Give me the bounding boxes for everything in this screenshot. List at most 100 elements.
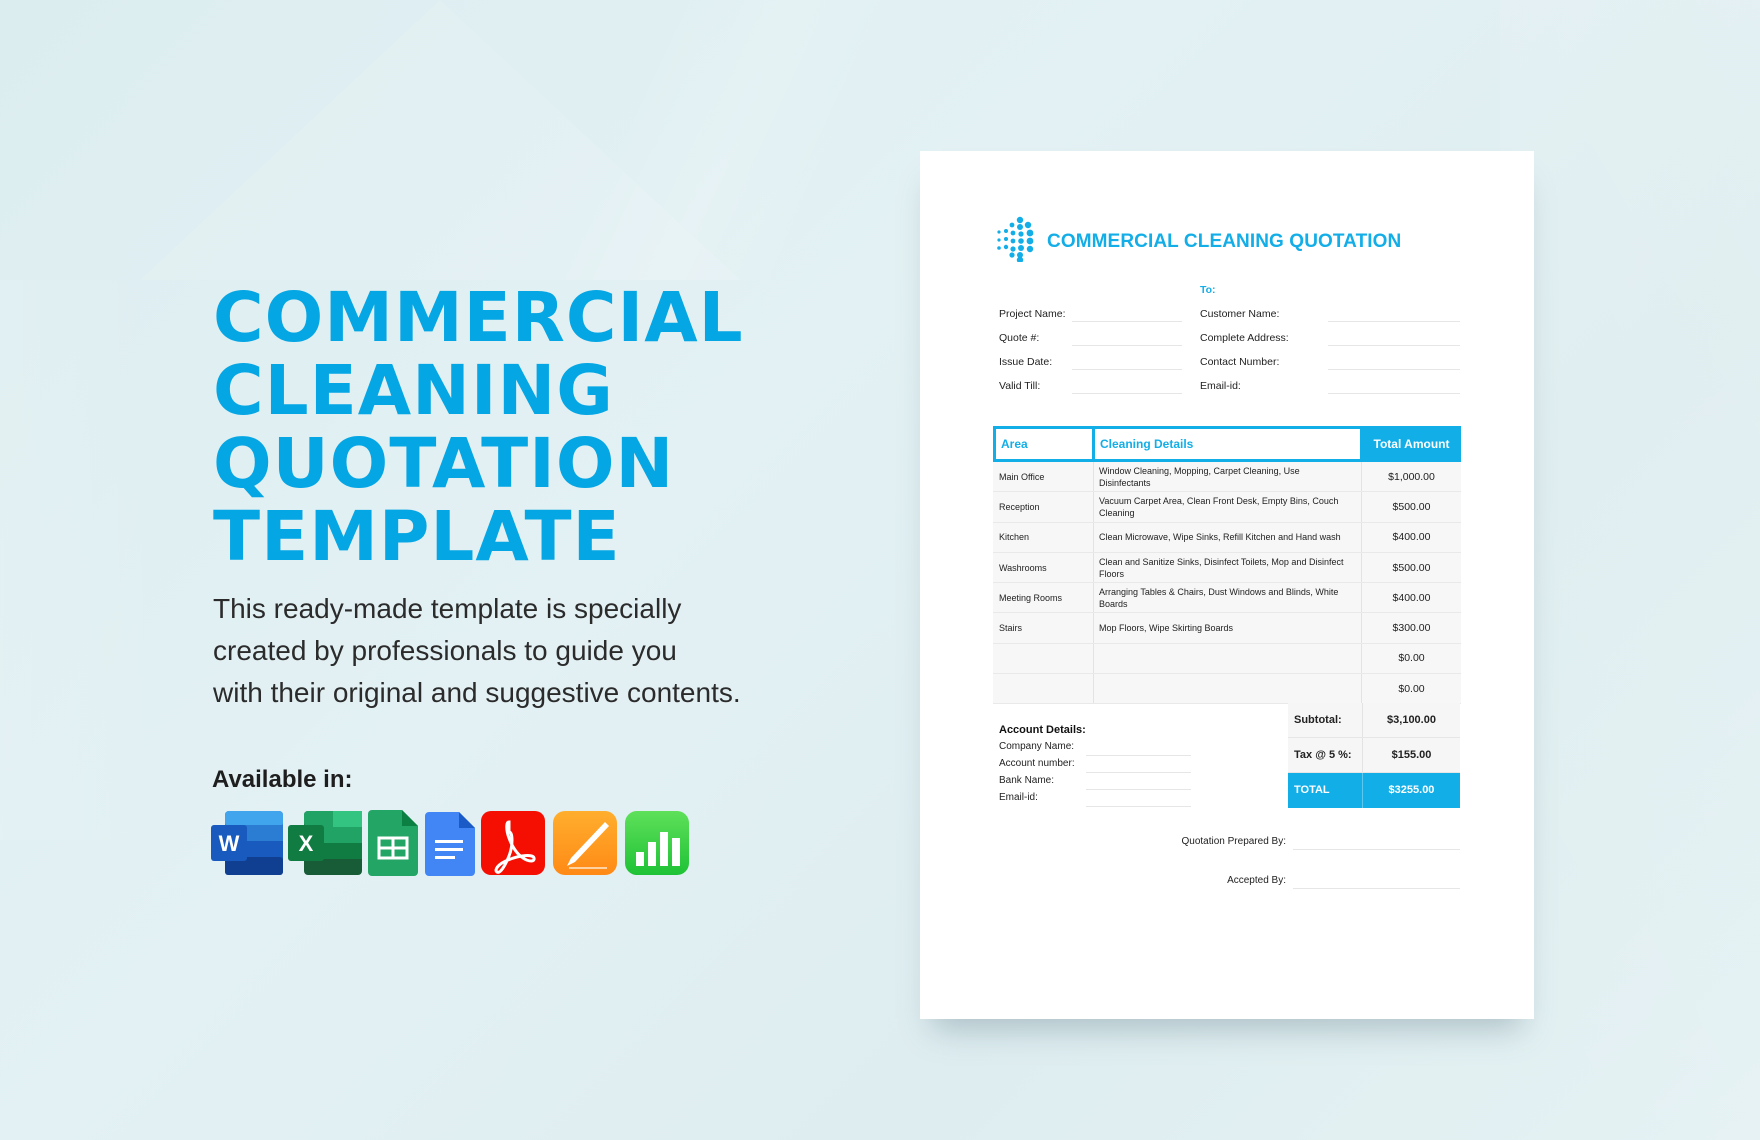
background-shape	[440, 0, 900, 280]
google-sheets-icon[interactable]	[368, 810, 418, 876]
background-shape	[140, 0, 740, 280]
to-label: To:	[1200, 284, 1216, 296]
cleaning-details-cell: Window Cleaning, Mopping, Carpet Cleanin…	[1094, 462, 1362, 492]
issue-date-label: Issue Date:	[999, 356, 1053, 368]
cleaning-details-cell: Arranging Tables & Chairs, Dust Windows …	[1094, 583, 1362, 613]
project-name-label: Project Name:	[999, 308, 1066, 320]
amount-cell: $500.00	[1392, 561, 1431, 574]
document-heading: COMMERCIAL CLEANING QUOTATION	[1047, 231, 1402, 252]
cleaning-details-cell: Clean and Sanitize Sinks, Disinfect Toil…	[1094, 552, 1362, 583]
hero-title-line: QUOTATION	[213, 424, 675, 504]
available-in-label: Available in:	[212, 766, 353, 793]
quote-number-label: Quote #:	[999, 332, 1040, 344]
cleaning-details-cell: Clean Microwave, Wipe Sinks, Refill Kitc…	[1094, 522, 1362, 552]
hero-description-line: created by professionals to guide you	[213, 635, 677, 666]
area-cell: Stairs	[993, 613, 1094, 643]
total-row: TOTAL $3255.00	[1288, 773, 1460, 808]
tax-row: Tax @ 5 %: $155.00	[1288, 738, 1460, 773]
total-value: $3255.00	[1362, 773, 1460, 808]
hero-description-line: with their original and suggestive conte…	[213, 677, 741, 708]
accepted-by-label: Accepted By:	[1227, 875, 1286, 886]
cleaning-details-cell: Mop Floors, Wipe Skirting Boards	[1094, 613, 1362, 643]
table-row: Reception Vacuum Carpet Area, Clean Front…	[993, 492, 1461, 523]
company-name-field[interactable]	[1086, 755, 1191, 756]
totals-box: Subtotal: $3,100.00 Tax @ 5 %: $155.00 T…	[1288, 703, 1460, 808]
document-preview: COMMERCIAL CLEANING QUOTATION To: Projec…	[920, 151, 1534, 1019]
email-id-label: Email-id:	[1200, 380, 1241, 392]
area-cell	[993, 674, 1094, 704]
background-shape	[1500, 0, 1760, 1140]
quote-number-field[interactable]	[1072, 345, 1182, 346]
contact-number-label: Contact Number:	[1200, 356, 1280, 368]
svg-text:X: X	[299, 831, 314, 856]
project-name-field[interactable]	[1072, 321, 1182, 322]
tax-label: Tax @ 5 %:	[1294, 749, 1352, 761]
table-row: Meeting Rooms Arranging Tables & Chairs, …	[993, 583, 1461, 614]
hero-description: This ready-made template is specially cr…	[213, 588, 773, 714]
table-row: Kitchen Clean Microwave, Wipe Sinks, Refi…	[993, 522, 1461, 553]
background-shape	[0, 280, 170, 840]
customer-name-field[interactable]	[1328, 321, 1460, 322]
cleaning-details-cell	[1094, 674, 1362, 704]
excel-icon[interactable]: X	[288, 810, 362, 876]
table-row: Main Office Window Cleaning, Mopping, Ca…	[993, 462, 1461, 493]
word-icon[interactable]: W	[211, 810, 283, 876]
hero-title-line: CLEANING	[213, 351, 614, 431]
accepted-by-field[interactable]	[1293, 888, 1460, 889]
cleaning-details-cell	[1094, 643, 1362, 674]
apple-pages-icon[interactable]	[553, 810, 617, 876]
account-number-field[interactable]	[1086, 772, 1191, 773]
amount-cell: $300.00	[1392, 622, 1431, 635]
logo-icon	[997, 216, 1034, 262]
google-docs-icon[interactable]	[425, 810, 475, 876]
column-header-area: Area	[996, 429, 1092, 459]
apple-numbers-icon[interactable]	[625, 810, 689, 876]
complete-address-field[interactable]	[1328, 345, 1460, 346]
amount-cell: $0.00	[1398, 682, 1425, 695]
quotation-table: Area Cleaning Details Total Amount Main …	[993, 426, 1461, 705]
amount-cell: $500.00	[1392, 500, 1431, 513]
hero-title-line: COMMERCIAL	[213, 278, 744, 358]
total-label: TOTAL	[1294, 784, 1330, 796]
issue-date-field[interactable]	[1072, 369, 1182, 370]
bank-name-label: Bank Name:	[999, 775, 1055, 786]
account-email-field[interactable]	[1086, 806, 1191, 807]
prepared-by-field[interactable]	[1293, 849, 1460, 850]
amount-cell: $400.00	[1392, 531, 1431, 544]
email-id-field[interactable]	[1328, 393, 1460, 394]
contact-number-field[interactable]	[1328, 369, 1460, 370]
subtotal-row: Subtotal: $3,100.00	[1288, 703, 1460, 738]
hero-title-line: TEMPLATE	[213, 497, 621, 577]
cleaning-details-cell: Vacuum Carpet Area, Clean Front Desk, Em…	[1094, 492, 1362, 522]
table-row: $0.00	[993, 674, 1461, 705]
column-header-cleaning-details: Cleaning Details	[1095, 429, 1360, 459]
adobe-pdf-icon[interactable]	[481, 810, 545, 876]
table-body: Main Office Window Cleaning, Mopping, Ca…	[993, 462, 1461, 705]
column-header-total-amount: Total Amount	[1373, 437, 1450, 451]
area-cell: Meeting Rooms	[993, 583, 1094, 613]
svg-text:W: W	[219, 831, 240, 856]
area-cell: Washrooms	[993, 552, 1094, 583]
area-cell	[993, 643, 1094, 674]
amount-cell: $0.00	[1398, 652, 1425, 665]
table-row: Stairs Mop Floors, Wipe Skirting Boards $3…	[993, 613, 1461, 644]
company-name-label: Company Name:	[999, 741, 1075, 752]
subtotal-value: $3,100.00	[1362, 703, 1460, 737]
subtotal-label: Subtotal:	[1294, 714, 1342, 726]
customer-name-label: Customer Name:	[1200, 308, 1280, 320]
table-row: Washrooms Clean and Sanitize Sinks, Disin…	[993, 552, 1461, 584]
table-row: $0.00	[993, 643, 1461, 675]
area-cell: Main Office	[993, 462, 1094, 492]
amount-cell: $1,000.00	[1388, 470, 1435, 483]
complete-address-label: Complete Address:	[1200, 332, 1289, 344]
bank-name-field[interactable]	[1086, 789, 1191, 790]
amount-cell: $400.00	[1392, 591, 1431, 604]
hero-description-line: This ready-made template is specially	[213, 593, 682, 624]
valid-till-label: Valid Till:	[999, 380, 1041, 392]
valid-till-field[interactable]	[1072, 393, 1182, 394]
account-email-label: Email-id:	[999, 792, 1038, 803]
table-header: Area Cleaning Details Total Amount	[993, 426, 1461, 462]
area-cell: Reception	[993, 492, 1094, 522]
hero-title: COMMERCIAL CLEANING QUOTATION TEMPLATE	[213, 282, 813, 574]
account-number-label: Account number:	[999, 758, 1075, 769]
